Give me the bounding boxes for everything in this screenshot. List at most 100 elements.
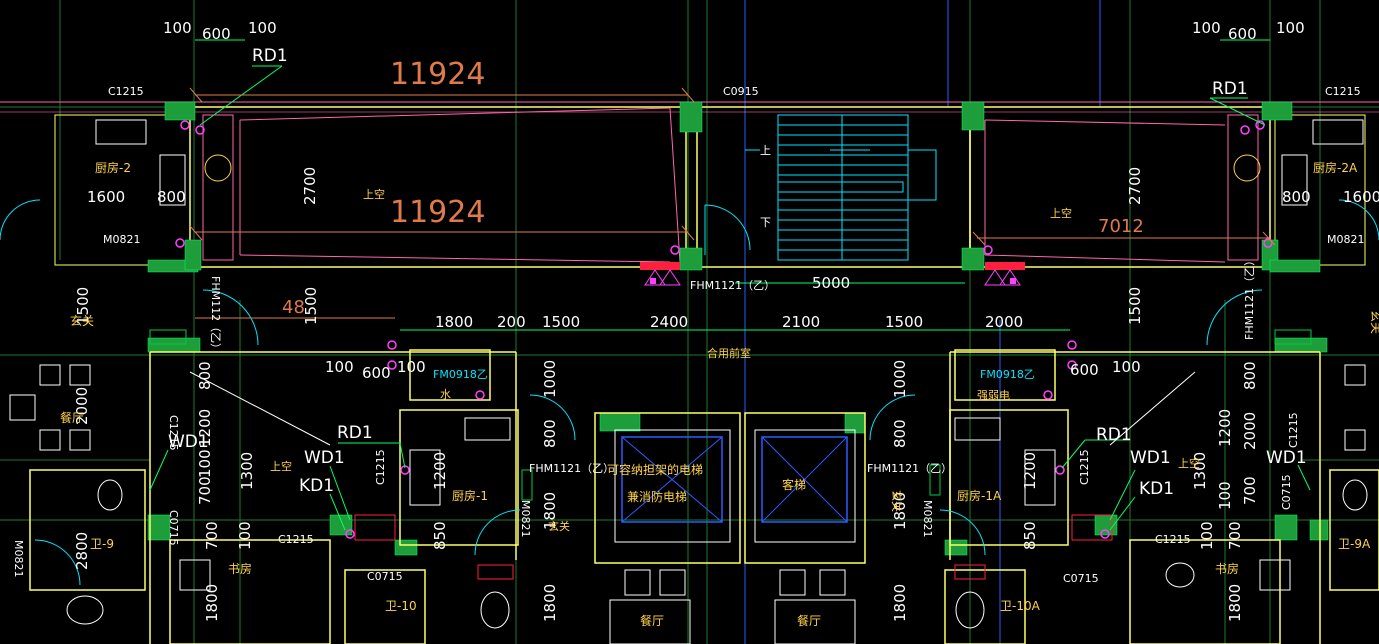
room-stair-down: 下 <box>760 216 771 229</box>
door-m0821-mr: M0821 <box>921 500 934 538</box>
room-foyer-center-r: 玄关 <box>890 490 904 512</box>
dim-v-2000r: 2000 <box>1241 412 1259 450</box>
dim-row-1500a: 1500 <box>542 313 580 331</box>
door-fhm1121-top: FHM1121（乙） <box>690 279 775 292</box>
dim-v-850: 850 <box>431 521 449 550</box>
room-void-mid-right: 上空 <box>1178 456 1200 470</box>
room-elevator-passenger: 客梯 <box>782 477 806 492</box>
dim-v-1800b: 1800 <box>541 584 559 622</box>
room-water: 水 <box>440 388 451 401</box>
room-study-right: 书房 <box>1215 561 1239 576</box>
dim-v-700: 700 <box>196 476 214 505</box>
dim-right-600: 600 <box>1070 361 1099 379</box>
room-foyer-right: 玄关 <box>1369 310 1379 334</box>
dim-left-48: 48 <box>282 297 305 318</box>
dim-800-left: 800 <box>157 188 186 206</box>
room-foyer-center: 玄关 <box>548 519 570 533</box>
dim-v-100: 100 <box>196 449 214 478</box>
tag-kd1-left: KD1 <box>299 476 334 496</box>
dim-v-800rr: 800 <box>1241 361 1259 390</box>
dim-lobby-5000: 5000 <box>812 274 850 292</box>
dim-v-100-br: 100 <box>1198 521 1216 550</box>
tag-rd1-mid-left: RD1 <box>337 423 373 443</box>
dim-v-700-br: 700 <box>1226 521 1244 550</box>
dim-2700-right: 2700 <box>1126 167 1144 205</box>
win-c1215-bl: C1215 <box>278 533 314 546</box>
dim-v-800: 800 <box>196 361 214 390</box>
dim-v-1200b: 1200 <box>431 452 449 490</box>
dim-top-right-600: 600 <box>1228 25 1257 43</box>
room-strong-elec: 强弱电 <box>977 389 1010 402</box>
tag-wd1-c: WD1 <box>1130 448 1171 468</box>
dim-v-1000r: 1000 <box>891 360 909 398</box>
floor-plan-drawing: 100 600 100 100 600 100 11924 11924 7012… <box>0 0 1379 644</box>
door-fhm1121-l2: FHM1121（乙） <box>529 462 614 475</box>
room-elevator-fire-1: 可容纳担架的电梯 <box>607 462 703 477</box>
dim-2700-left: 2700 <box>301 167 319 205</box>
room-study-left: 书房 <box>228 561 252 576</box>
door-fhm112-left: FHM112（乙） <box>209 276 222 354</box>
win-c0715-r: C0715 <box>1063 572 1099 585</box>
room-dining-left: 餐厅 <box>60 410 84 425</box>
door-fm0918-r: FM0918乙 <box>980 368 1035 381</box>
dim-top-left-100b: 100 <box>248 19 277 37</box>
win-c0715-vr: C0715 <box>1280 474 1293 510</box>
win-c1215-br: C1215 <box>1155 533 1191 546</box>
tag-wd1-b: WD1 <box>304 448 345 468</box>
door-m0821-ml: M0821 <box>519 500 532 538</box>
room-kitchen1a: 厨房-1A <box>957 488 1002 503</box>
dim-right-100: 100 <box>1112 358 1141 376</box>
door-fhm1121-r2: FHM1121（乙） <box>867 462 952 475</box>
room-stair-up: 上 <box>760 144 771 157</box>
dim-span-top: 11924 <box>390 57 485 92</box>
room-bath10: 卫-10 <box>385 599 417 613</box>
room-void-left: 上空 <box>363 187 385 201</box>
dim-left-600: 600 <box>362 364 391 382</box>
dim-left-100: 100 <box>325 358 354 376</box>
win-c0715-l: C0715 <box>367 570 403 583</box>
dim-v-1800-br: 1800 <box>1226 584 1244 622</box>
win-c1215-vl: C1215 <box>167 415 180 451</box>
dim-left-100b: 100 <box>397 358 426 376</box>
room-elevator-fire-2: 兼消防电梯 <box>627 489 687 504</box>
dim-top-right-100b: 100 <box>1276 19 1305 37</box>
dim-span-mid: 11924 <box>390 195 485 230</box>
dim-v-700-bl: 700 <box>203 521 221 550</box>
dim-top-right-100a: 100 <box>1192 19 1221 37</box>
dim-v-1200r: 1200 <box>1021 452 1039 490</box>
room-dining-c2: 餐厅 <box>797 613 821 628</box>
dim-v-100-bl: 100 <box>236 521 254 550</box>
dim-row-2400: 2400 <box>650 313 688 331</box>
room-kitchen1: 厨房-1 <box>452 488 488 503</box>
dim-row-1800: 1800 <box>435 313 473 331</box>
room-void-mid-left: 上空 <box>270 459 292 473</box>
win-c1215-tl: C1215 <box>108 85 144 98</box>
dim-v-800r: 800 <box>891 419 909 448</box>
dim-v-100rr: 100 <box>1216 481 1234 510</box>
dim-row-2100: 2100 <box>782 313 820 331</box>
door-m0821-tr: M0821 <box>1327 233 1365 246</box>
dim-v-2800: 2800 <box>73 532 91 570</box>
door-m0821-side: M0821 <box>12 540 25 578</box>
tag-rd1-mid-right: RD1 <box>1096 425 1132 445</box>
dim-800-right: 800 <box>1282 188 1311 206</box>
dim-v-1300: 1300 <box>238 452 256 490</box>
dim-row-1500b: 1500 <box>885 313 923 331</box>
room-dining-c1: 餐厅 <box>640 613 664 628</box>
door-m0821-tl: M0821 <box>103 233 141 246</box>
dim-v-850r: 850 <box>1021 521 1039 550</box>
room-kitchen2: 厨房-2 <box>95 160 131 175</box>
tag-rd1-top-left: RD1 <box>252 46 288 66</box>
dim-v-1800-bl: 1800 <box>203 584 221 622</box>
dim-v-800b: 800 <box>541 419 559 448</box>
win-c1215-mr: C1215 <box>1078 449 1091 485</box>
door-fhm1121-right: FHM1121（乙） <box>1243 255 1256 340</box>
dim-row-2000: 2000 <box>985 313 1023 331</box>
win-c0915: C0915 <box>723 85 759 98</box>
dim-right-1500: 1500 <box>1126 287 1144 325</box>
win-c1215-vr: C1215 <box>1287 412 1300 448</box>
dim-1600-left: 1600 <box>87 188 125 206</box>
dim-v-1800bc: 1800 <box>891 584 909 622</box>
tag-wd1-d: WD1 <box>1266 448 1307 468</box>
room-bath10a: 卫-10A <box>1000 599 1041 613</box>
